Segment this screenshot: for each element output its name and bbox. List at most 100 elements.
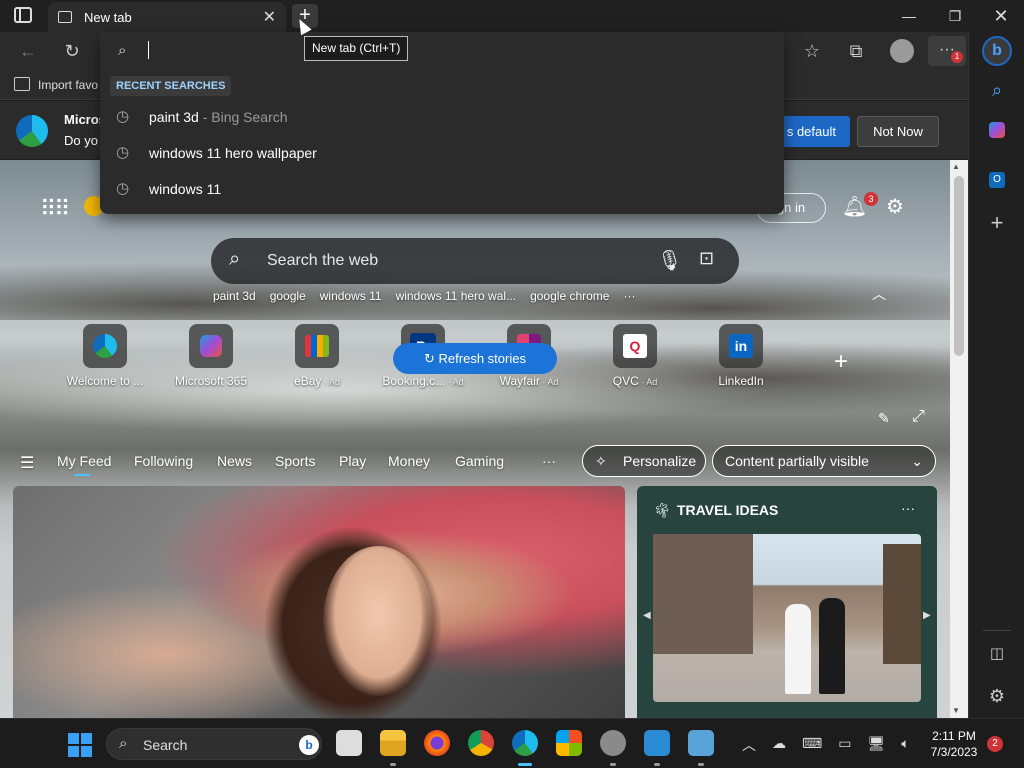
content-visibility-select[interactable]: Content partially visible ⌄ bbox=[712, 445, 936, 477]
hamburger-menu-icon[interactable]: ☰ bbox=[20, 453, 34, 473]
visual-search-icon[interactable]: ⊡ bbox=[699, 248, 714, 269]
carousel-prev-icon[interactable]: ◀ bbox=[643, 610, 651, 621]
more-badge: 1 bbox=[951, 51, 963, 63]
close-window-icon[interactable]: ✕ bbox=[978, 0, 1024, 32]
photos-icon[interactable] bbox=[688, 730, 714, 756]
feed-tab-sports[interactable]: Sports bbox=[275, 453, 315, 469]
sidebar-add-icon[interactable]: + bbox=[969, 210, 1024, 236]
travel-ideas-card[interactable]: 🌴︎ TRAVEL IDEAS ··· ◀ ▶ bbox=[637, 486, 937, 718]
quicklink-microsoft365[interactable]: Microsoft 365 bbox=[161, 324, 261, 388]
feed-tab-money[interactable]: Money bbox=[388, 453, 430, 469]
quicklink-welcome[interactable]: Welcome to ... bbox=[55, 324, 155, 388]
address-input-caret[interactable] bbox=[148, 41, 149, 59]
feed-tab-my-feed[interactable]: My Feed bbox=[57, 453, 111, 469]
recent-search-item[interactable]: ◷ windows 11 bbox=[100, 171, 784, 207]
edit-background-icon[interactable]: ✎ bbox=[878, 410, 890, 427]
sidebar-search-icon[interactable]: ⌕ bbox=[969, 80, 1024, 101]
expand-icon[interactable]: ⤢ bbox=[912, 408, 925, 426]
hero-story-card[interactable] bbox=[13, 486, 625, 718]
sidebar-outlook-icon[interactable]: O bbox=[969, 166, 1024, 188]
scroll-up-icon[interactable]: ▲ bbox=[952, 162, 960, 171]
sidebar-settings-icon[interactable]: ⚙ bbox=[969, 686, 1024, 707]
taskbar-search-icon: ⌕ bbox=[119, 735, 128, 752]
minimize-icon[interactable]: — bbox=[886, 0, 932, 32]
import-favorites-link[interactable]: Import favo bbox=[38, 78, 98, 92]
recent-searches-label: RECENT SEARCHES bbox=[110, 76, 232, 96]
microphone-icon[interactable]: 🎙︎ bbox=[657, 248, 682, 273]
linkedin-icon: in bbox=[729, 334, 753, 358]
web-search-box[interactable]: ⌕ Search the web 🎙︎ ⊡ bbox=[211, 238, 739, 284]
scrollbar-thumb[interactable] bbox=[954, 176, 964, 356]
favorites-icon[interactable]: ☆ bbox=[794, 32, 830, 70]
sidebar-microsoft365-icon[interactable] bbox=[969, 122, 1024, 143]
address-bar-dropdown: ⌕ RECENT SEARCHES ◷ paint 3d - Bing Sear… bbox=[100, 32, 784, 214]
firefox-icon[interactable] bbox=[424, 730, 450, 756]
start-windows-icon[interactable] bbox=[68, 733, 92, 757]
recent-search-item[interactable]: ◷ paint 3d - Bing Search bbox=[100, 99, 784, 135]
remote-desktop-icon[interactable] bbox=[644, 730, 670, 756]
add-site-icon[interactable]: + bbox=[834, 348, 848, 376]
settings-app-icon[interactable] bbox=[600, 730, 626, 756]
chrome-icon[interactable] bbox=[468, 730, 494, 756]
quicklink-qvc[interactable]: Q QVC · Ad bbox=[585, 324, 685, 388]
chevron-up-icon[interactable]: ︿ bbox=[872, 284, 886, 304]
profile-avatar[interactable] bbox=[890, 39, 914, 63]
app-launcher-icon[interactable]: ⠿⠿ bbox=[40, 196, 70, 222]
trending-more[interactable]: ··· bbox=[623, 289, 635, 303]
refresh-stories-button[interactable]: ↻ Refresh stories bbox=[393, 343, 557, 374]
trending-item[interactable]: google bbox=[270, 289, 306, 303]
tab-actions-icon[interactable] bbox=[14, 7, 32, 23]
palm-tree-icon: 🌴︎ bbox=[653, 502, 671, 518]
scroll-down-icon[interactable]: ▼ bbox=[952, 706, 960, 715]
tray-cloud-icon[interactable]: ☁ bbox=[772, 735, 786, 755]
collections-icon[interactable]: ⧉ bbox=[838, 32, 874, 70]
task-view-icon[interactable] bbox=[336, 730, 362, 756]
back-icon[interactable]: ← bbox=[10, 32, 46, 70]
new-tab-tooltip: New tab (Ctrl+T) bbox=[304, 36, 409, 61]
tablet-icon[interactable]: ▭ bbox=[838, 735, 851, 755]
recent-search-item[interactable]: ◷ windows 11 hero wallpaper bbox=[100, 135, 784, 171]
network-icon[interactable]: 🖥︎ bbox=[867, 735, 885, 755]
tray-chevron-up-icon[interactable]: ︿ bbox=[742, 735, 756, 755]
new-tab-page: ⠿⠿ gn in 🔔︎ 3 ⚙ ⌕ Search the web 🎙︎ ⊡ pa… bbox=[0, 160, 950, 718]
tab-close-icon[interactable]: ✕ bbox=[263, 7, 276, 27]
personalize-button[interactable]: ✧ Personalize bbox=[582, 445, 706, 477]
trending-item[interactable]: paint 3d bbox=[213, 289, 256, 303]
sidebar-hide-icon[interactable]: ◫ bbox=[969, 644, 1024, 662]
clock-time: 2:11 PM bbox=[932, 729, 976, 743]
tab-new-tab[interactable]: New tab ✕ bbox=[48, 2, 286, 32]
feed-more-icon[interactable]: ··· bbox=[542, 453, 556, 469]
quicklink-label: Wayfair bbox=[499, 374, 540, 388]
notification-center-badge[interactable]: 2 bbox=[987, 736, 1003, 752]
page-settings-gear-icon[interactable]: ⚙ bbox=[886, 194, 904, 219]
taskbar-search[interactable]: ⌕ Search b bbox=[106, 728, 322, 760]
trending-item[interactable]: windows 11 bbox=[320, 289, 382, 303]
edge-taskbar-icon[interactable] bbox=[512, 730, 538, 756]
feed-tab-news[interactable]: News bbox=[217, 453, 252, 469]
file-explorer-icon[interactable] bbox=[380, 730, 406, 756]
search-icon: ⌕ bbox=[229, 248, 241, 270]
active-tab-indicator bbox=[74, 474, 90, 476]
clock[interactable]: 2:11 PM 7/3/2023 bbox=[924, 728, 984, 760]
quicklink-ebay[interactable]: eBay · Ad bbox=[267, 324, 367, 388]
system-tray: ︿ ☁ ⌨ ▭ 🖥︎ 🔈︎ bbox=[742, 735, 910, 755]
bing-copilot-icon[interactable]: b bbox=[982, 36, 1012, 66]
card-more-icon[interactable]: ··· bbox=[901, 500, 915, 516]
trending-item[interactable]: windows 11 hero wal... bbox=[396, 289, 517, 303]
refresh-icon[interactable]: ↻ bbox=[54, 32, 90, 70]
not-now-button[interactable]: Not Now bbox=[857, 116, 939, 147]
quicklink-label: Microsoft 365 bbox=[174, 374, 248, 388]
edge-logo-icon bbox=[16, 115, 48, 147]
feed-tab-play[interactable]: Play bbox=[339, 453, 366, 469]
feed-tab-following[interactable]: Following bbox=[134, 453, 193, 469]
store-icon[interactable] bbox=[556, 730, 582, 756]
feed-tab-gaming[interactable]: Gaming bbox=[455, 453, 504, 469]
carousel-next-icon[interactable]: ▶ bbox=[923, 610, 931, 621]
active-indicator bbox=[518, 763, 532, 766]
infobar-body: Do yo bbox=[64, 133, 98, 148]
restore-icon[interactable]: ❐ bbox=[932, 0, 978, 32]
keyboard-icon[interactable]: ⌨ bbox=[802, 735, 822, 755]
volume-icon[interactable]: 🔈︎ bbox=[901, 735, 909, 755]
trending-item[interactable]: google chrome bbox=[530, 289, 609, 303]
quicklink-linkedin[interactable]: in LinkedIn bbox=[691, 324, 791, 388]
